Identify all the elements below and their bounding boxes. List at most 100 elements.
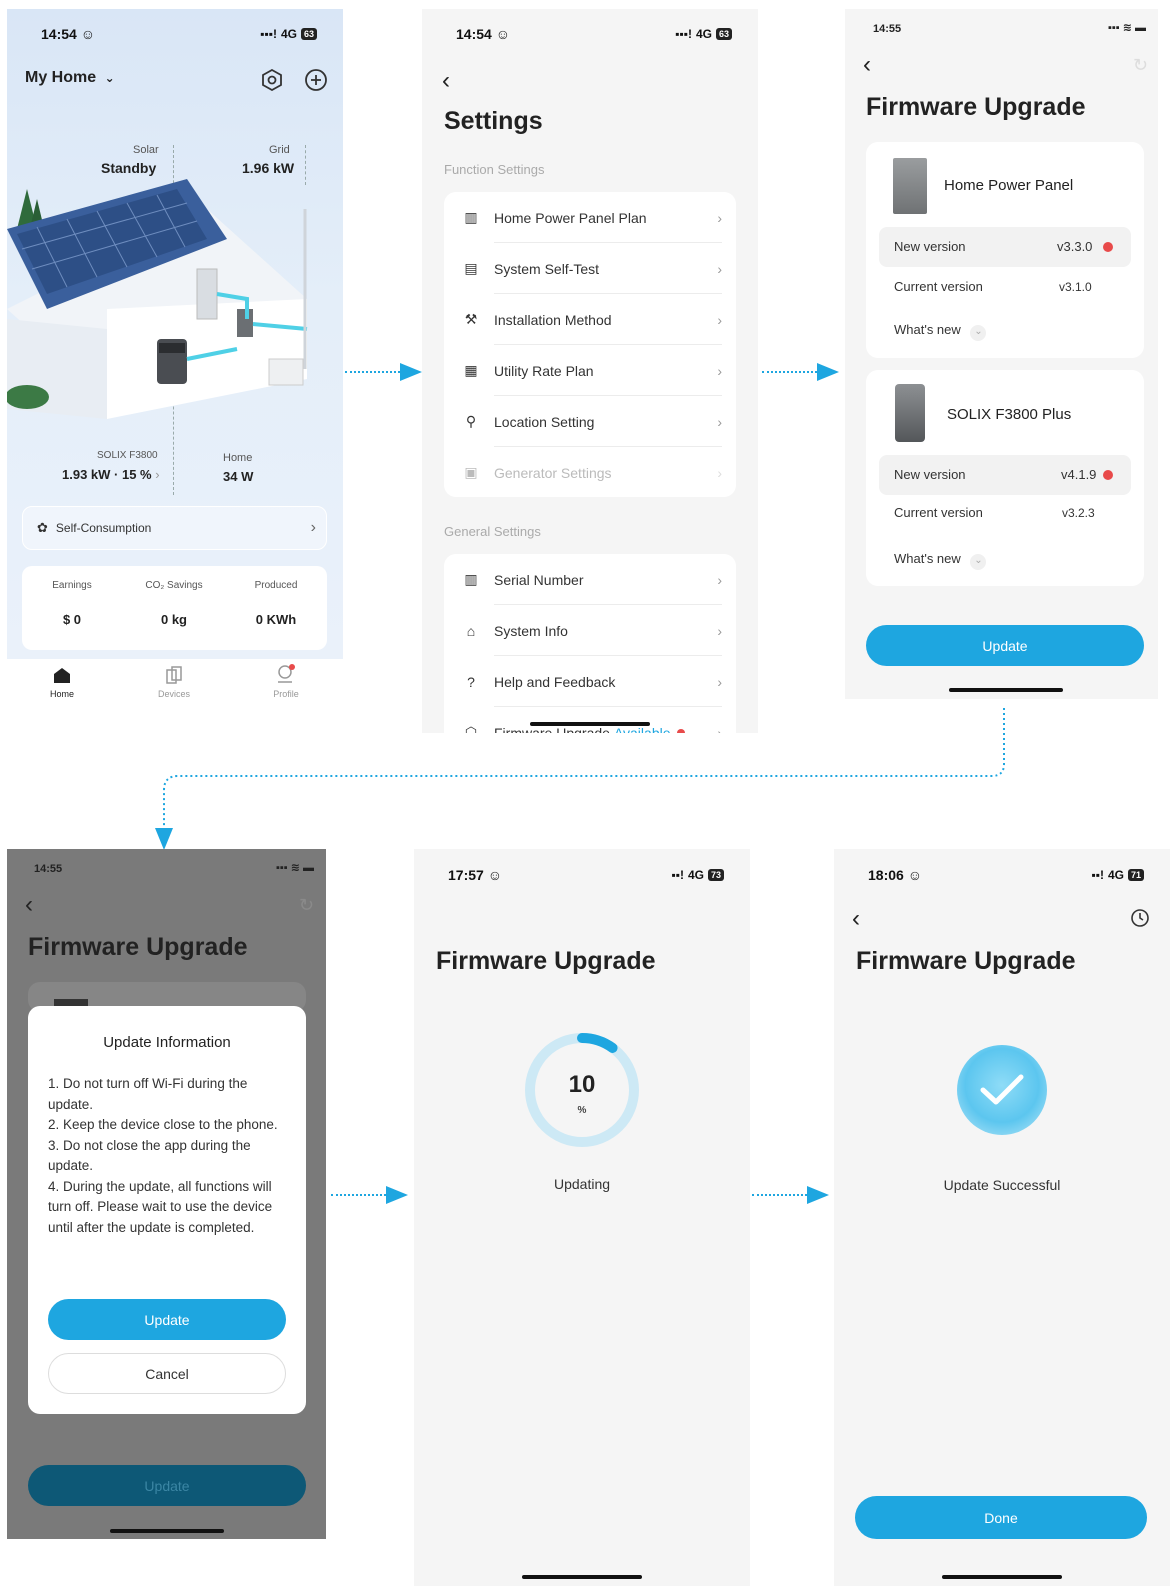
status-text: Update Successful bbox=[943, 1177, 1061, 1193]
chevron-right-icon: › bbox=[717, 571, 722, 588]
network-label: 4G bbox=[1107, 868, 1124, 882]
flow-arrow bbox=[345, 371, 400, 373]
chevron-down-icon: ⌄ bbox=[970, 325, 987, 341]
profile-icon bbox=[278, 664, 295, 683]
home-indicator bbox=[522, 1575, 642, 1579]
row-label: Current version bbox=[894, 505, 983, 520]
list-item: ▣ Generator Settings › bbox=[444, 447, 736, 498]
row-value: v3.3.0 bbox=[1057, 239, 1093, 254]
list-item[interactable]: ⌂ System Info › bbox=[444, 605, 736, 656]
add-icon[interactable] bbox=[304, 68, 328, 92]
device-value-text: 1.93 kW · 15 % bbox=[62, 467, 152, 482]
home-indicator bbox=[949, 688, 1063, 692]
status-bar: 17:57 ☺ ▪▪! 4G 73 bbox=[414, 849, 750, 883]
device-value[interactable]: 1.93 kW · 15 % › bbox=[62, 467, 160, 482]
signal-icon: ▪▪▪ ≋ ▬ bbox=[275, 862, 314, 874]
list-item-label: Help and Feedback bbox=[494, 673, 616, 690]
battery-icon: 71 bbox=[1127, 869, 1144, 881]
settings-icon[interactable] bbox=[261, 68, 283, 92]
tab-home[interactable]: Home bbox=[37, 666, 87, 699]
done-button[interactable]: Done bbox=[855, 1496, 1147, 1539]
whats-new-toggle[interactable]: What's new ⌄ bbox=[894, 551, 987, 570]
settings-screen: 14:54 ☺ ▪▪▪! 4G 63 ‹ Settings Function S… bbox=[422, 9, 758, 733]
list-item[interactable]: ⚲ Location Setting › bbox=[444, 396, 736, 447]
dialog-text: 1. Do not turn off Wi-Fi during the upda… bbox=[48, 1074, 292, 1238]
list-item[interactable]: ⚒ Installation Method › bbox=[444, 294, 736, 345]
list-item[interactable]: ▦ Utility Rate Plan › bbox=[444, 345, 736, 396]
flow-arrow bbox=[331, 1194, 386, 1196]
back-icon[interactable]: ‹ bbox=[852, 905, 860, 933]
dialog-line: 1. Do not turn off Wi-Fi during the upda… bbox=[48, 1076, 248, 1112]
location-icon: ⚲ bbox=[465, 413, 477, 429]
dialog-update-button[interactable]: Update bbox=[48, 1299, 286, 1340]
home-selector[interactable]: My Home ⌄ bbox=[25, 69, 115, 87]
status-bar: 14:54 ☺ ▪▪▪! 4G 63 bbox=[422, 9, 758, 42]
new-version-row: New version v4.1.9 bbox=[879, 455, 1131, 495]
progress-value: 10 bbox=[568, 1071, 596, 1098]
stat-label: CO₂ Savings bbox=[145, 580, 203, 591]
signal-icon: ▪▪! 4G 73 bbox=[671, 868, 724, 882]
network-label: 4G bbox=[280, 27, 297, 41]
devices-icon bbox=[166, 666, 182, 684]
history-icon[interactable]: ↻ bbox=[299, 895, 314, 916]
calendar-icon: ▦ bbox=[464, 362, 478, 378]
stats-card: Earnings $ 0 CO₂ Savings 0 kg Produced 0… bbox=[22, 566, 327, 650]
updating-screen: 17:57 ☺ ▪▪! 4G 73 Firmware Upgrade 10 % … bbox=[414, 849, 750, 1586]
gear-icon: ✿ bbox=[37, 520, 48, 535]
chevron-down-icon: ⌄ bbox=[970, 554, 987, 570]
tab-label: Profile bbox=[273, 689, 299, 699]
dialog-cancel-button[interactable]: Cancel bbox=[48, 1353, 286, 1394]
status-time: 14:55 bbox=[873, 23, 902, 35]
alert-dot bbox=[1103, 242, 1113, 252]
list-item-label: System Self-Test bbox=[494, 260, 600, 277]
list-item[interactable]: ▥ Serial Number › bbox=[444, 554, 736, 605]
network-label: 4G bbox=[695, 27, 712, 41]
barcode-icon: ▥ bbox=[464, 571, 478, 587]
row-value: v3.1.0 bbox=[1059, 280, 1092, 294]
dialog-title: Update Information bbox=[103, 1034, 231, 1051]
dialog-line: 3. Do not close the app during the updat… bbox=[48, 1137, 251, 1174]
list-item[interactable]: ▤ System Self-Test › bbox=[444, 243, 736, 294]
row-label: Current version bbox=[894, 279, 983, 294]
battery-icon: 63 bbox=[715, 28, 732, 40]
history-icon[interactable]: ↻ bbox=[1133, 55, 1148, 76]
home-indicator bbox=[110, 1529, 224, 1533]
section-title: Function Settings bbox=[444, 162, 545, 177]
history-icon[interactable] bbox=[1130, 908, 1150, 928]
mode-selector[interactable]: ✿ Self-Consumption › bbox=[22, 506, 327, 550]
back-icon[interactable]: ‹ bbox=[863, 51, 871, 79]
tab-devices[interactable]: Devices bbox=[149, 666, 199, 699]
status-time: 17:57 ☺ bbox=[448, 867, 502, 883]
dialog-line: 4. During the update, all functions will… bbox=[48, 1178, 273, 1235]
tab-label: Devices bbox=[157, 689, 190, 699]
row-label: New version bbox=[894, 467, 966, 482]
update-button[interactable]: Update bbox=[866, 625, 1144, 666]
page-title: My Home bbox=[25, 69, 97, 86]
home-label: Home bbox=[223, 452, 253, 464]
test-icon: ▤ bbox=[464, 260, 478, 276]
stat-value: 0 KWh bbox=[255, 612, 297, 627]
success-screen: 18:06 ☺ ▪▪! 4G 71 ‹ Firmware Upgrade Upd… bbox=[834, 849, 1170, 1586]
device-name: Home Power Panel bbox=[944, 177, 1074, 194]
back-icon[interactable]: ‹ bbox=[442, 67, 450, 95]
list-item-label: Home Power Panel Plan bbox=[494, 209, 647, 226]
dialog-screen: 14:55 ▪▪▪ ≋ ▬ ‹ ↻ Firmware Upgrade Updat… bbox=[7, 849, 326, 1539]
solar-label: Solar bbox=[133, 144, 159, 156]
stat-value: 0 kg bbox=[160, 612, 187, 627]
stat-value: $ 0 bbox=[62, 612, 82, 627]
dialog-line: 2. Keep the device close to the phone. bbox=[48, 1117, 278, 1132]
tab-profile[interactable]: Profile bbox=[261, 664, 311, 699]
status-time: 18:06 ☺ bbox=[868, 867, 922, 883]
list-item[interactable]: ▥ Home Power Panel Plan › bbox=[444, 192, 736, 243]
list-item-label: Serial Number bbox=[494, 571, 584, 588]
back-icon[interactable]: ‹ bbox=[25, 891, 33, 919]
chart-icon: ▥ bbox=[464, 209, 478, 225]
chevron-right-icon: › bbox=[717, 311, 722, 328]
network-label: 4G bbox=[687, 868, 704, 882]
whats-new-toggle[interactable]: What's new ⌄ bbox=[894, 322, 987, 341]
flow-arrow bbox=[752, 1194, 807, 1196]
whats-new-label: What's new bbox=[894, 322, 961, 337]
flow-arrow-head bbox=[807, 1186, 829, 1204]
row-value: v3.2.3 bbox=[1062, 506, 1095, 520]
status-time: 14:54 ☺ bbox=[41, 26, 95, 42]
